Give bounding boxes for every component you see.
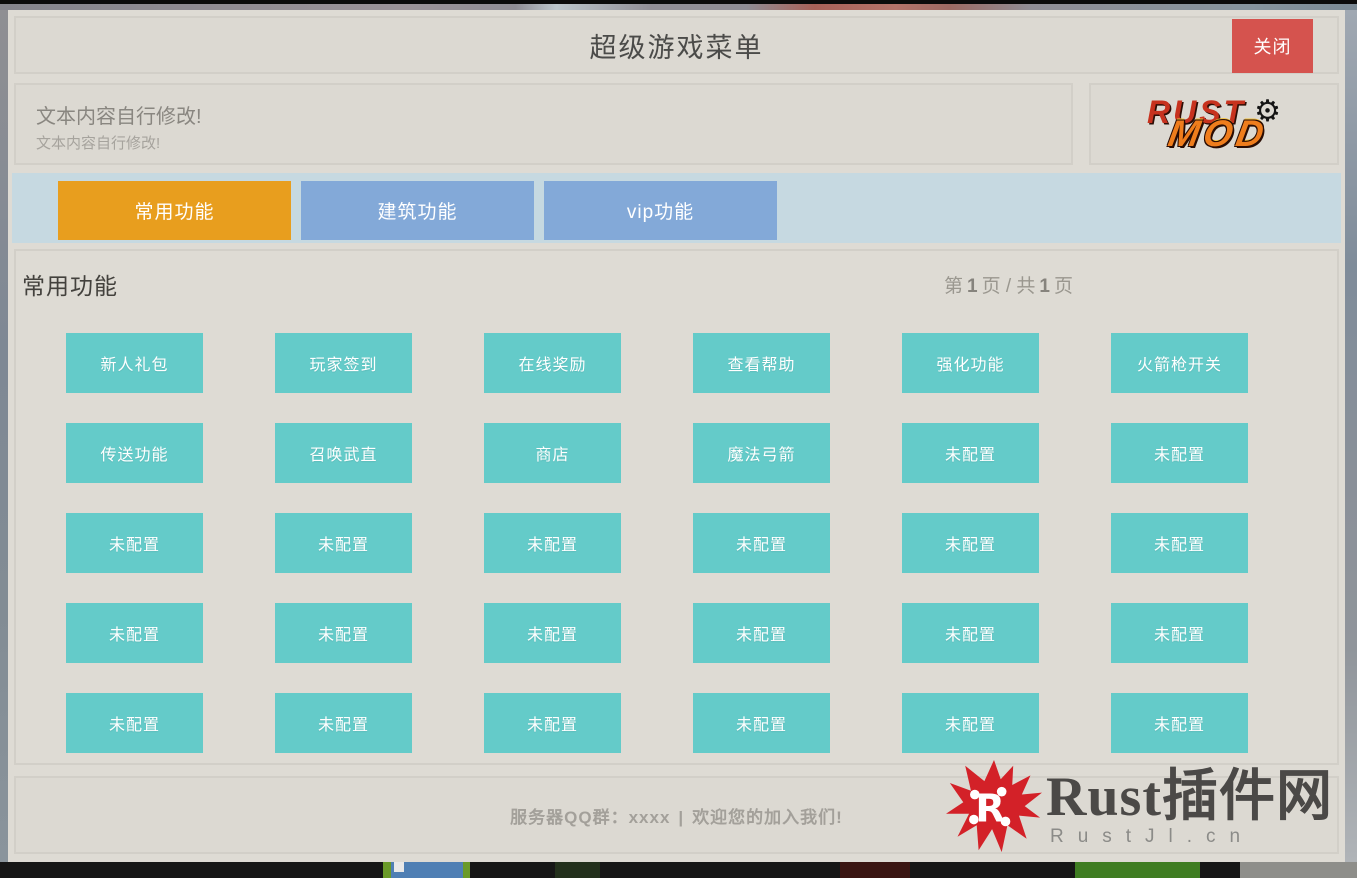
close-button[interactable]: 关闭 [1232,19,1313,73]
footer-server-label: 服务器QQ群： [510,808,628,827]
grid-button[interactable]: 在线奖励 [484,333,621,393]
grid-button[interactable]: 召唤武直 [275,423,412,483]
grid-button[interactable]: 未配置 [66,513,203,573]
page-mid: 页 / 共 [982,276,1036,297]
info-row: 文本内容自行修改! 文本内容自行修改! RUST ⚙ MOD [14,83,1339,165]
grid-button[interactable]: 传送功能 [66,423,203,483]
rustjl-title: Rust插件网 [1046,768,1333,827]
grid-button[interactable]: 未配置 [275,513,412,573]
rustmod-logo-box: RUST ⚙ MOD [1089,83,1339,165]
page-indicator: 第1页 / 共1页 [944,271,1073,298]
game-hotbar-fragment [555,862,600,878]
grid-button[interactable]: 商店 [484,423,621,483]
page-total: 1 [1039,276,1050,297]
game-background-left [0,10,8,862]
game-hotbar-fragment [1075,862,1200,878]
game-background-right [1345,10,1357,862]
grid-button[interactable]: 未配置 [693,693,830,753]
grid-button[interactable]: 火箭枪开关 [1111,333,1248,393]
grid-button[interactable]: 玩家签到 [275,333,412,393]
rustjl-text: Rust插件网 RustJl.cn [1046,768,1333,849]
tab-common-functions[interactable]: 常用功能 [58,181,291,240]
grid-button[interactable]: 未配置 [275,693,412,753]
header-bar: 超级游戏菜单 关闭 [14,16,1339,74]
game-hotbar-fragment [840,862,910,878]
menu-panel: 超级游戏菜单 关闭 文本内容自行修改! 文本内容自行修改! RUST ⚙ MOD… [8,10,1345,862]
section-title: 常用功能 [22,267,118,301]
grid-button[interactable]: 未配置 [484,693,621,753]
info-panel: 文本内容自行修改! 文本内容自行修改! [14,83,1073,165]
page-suffix: 页 [1054,276,1073,297]
grid-button[interactable]: 未配置 [693,603,830,663]
grid-button[interactable]: 新人礼包 [66,333,203,393]
grid-button[interactable]: 未配置 [484,603,621,663]
rustjl-domain: RustJl.cn [1046,826,1333,848]
rustmod-logo: RUST ⚙ MOD [1147,96,1281,152]
game-background-top [0,0,1357,10]
grid-button[interactable]: 未配置 [1111,423,1248,483]
grid-button[interactable]: 未配置 [902,693,1039,753]
grid-button[interactable]: 未配置 [902,513,1039,573]
grid-button[interactable]: 未配置 [902,423,1039,483]
content-panel: 常用功能 第1页 / 共1页 新人礼包 玩家签到 在线奖励 查看帮助 强化功能 … [14,249,1339,765]
rustjl-logo: R Rust插件网 RustJl.cn [946,760,1333,856]
grid-button[interactable]: 未配置 [902,603,1039,663]
page-prefix: 第 [944,276,963,297]
rustjl-letter: R [975,786,1005,831]
page-title: 超级游戏菜单 [590,26,764,65]
game-hotbar-fragment [1240,862,1357,878]
button-grid: 新人礼包 玩家签到 在线奖励 查看帮助 强化功能 火箭枪开关 传送功能 召唤武直… [66,333,1248,753]
grid-button[interactable]: 查看帮助 [693,333,830,393]
rustmod-mod-text: MOD [1166,115,1285,152]
tab-bar: 常用功能 建筑功能 vip功能 [12,173,1341,243]
grid-button[interactable]: 未配置 [66,693,203,753]
game-hotbar-fragment [463,862,470,878]
grid-button[interactable]: 强化功能 [902,333,1039,393]
info-line-secondary: 文本内容自行修改! [36,132,1051,153]
grid-button[interactable]: 未配置 [1111,513,1248,573]
tab-building-functions[interactable]: 建筑功能 [301,181,534,240]
footer-separator: | [678,808,684,827]
grid-button[interactable]: 未配置 [484,513,621,573]
grid-button[interactable]: 魔法弓箭 [693,423,830,483]
grid-button[interactable]: 未配置 [693,513,830,573]
grid-button[interactable]: 未配置 [275,603,412,663]
game-background-bottom [0,862,1357,878]
info-line-primary: 文本内容自行修改! [36,100,1051,129]
grid-button[interactable]: 未配置 [1111,603,1248,663]
game-hotbar-fragment [394,862,404,872]
tab-vip-functions[interactable]: vip功能 [544,181,777,240]
game-hotbar-fragment [383,862,391,878]
page-current: 1 [967,276,978,297]
footer-qq-value: xxxx [629,808,671,827]
footer-welcome-text: 欢迎您的加入我们! [692,808,843,827]
grid-button[interactable]: 未配置 [66,603,203,663]
footer-text: 服务器QQ群：xxxx | 欢迎您的加入我们! [510,803,843,828]
paint-splat-icon: R [946,760,1042,856]
grid-button[interactable]: 未配置 [1111,693,1248,753]
